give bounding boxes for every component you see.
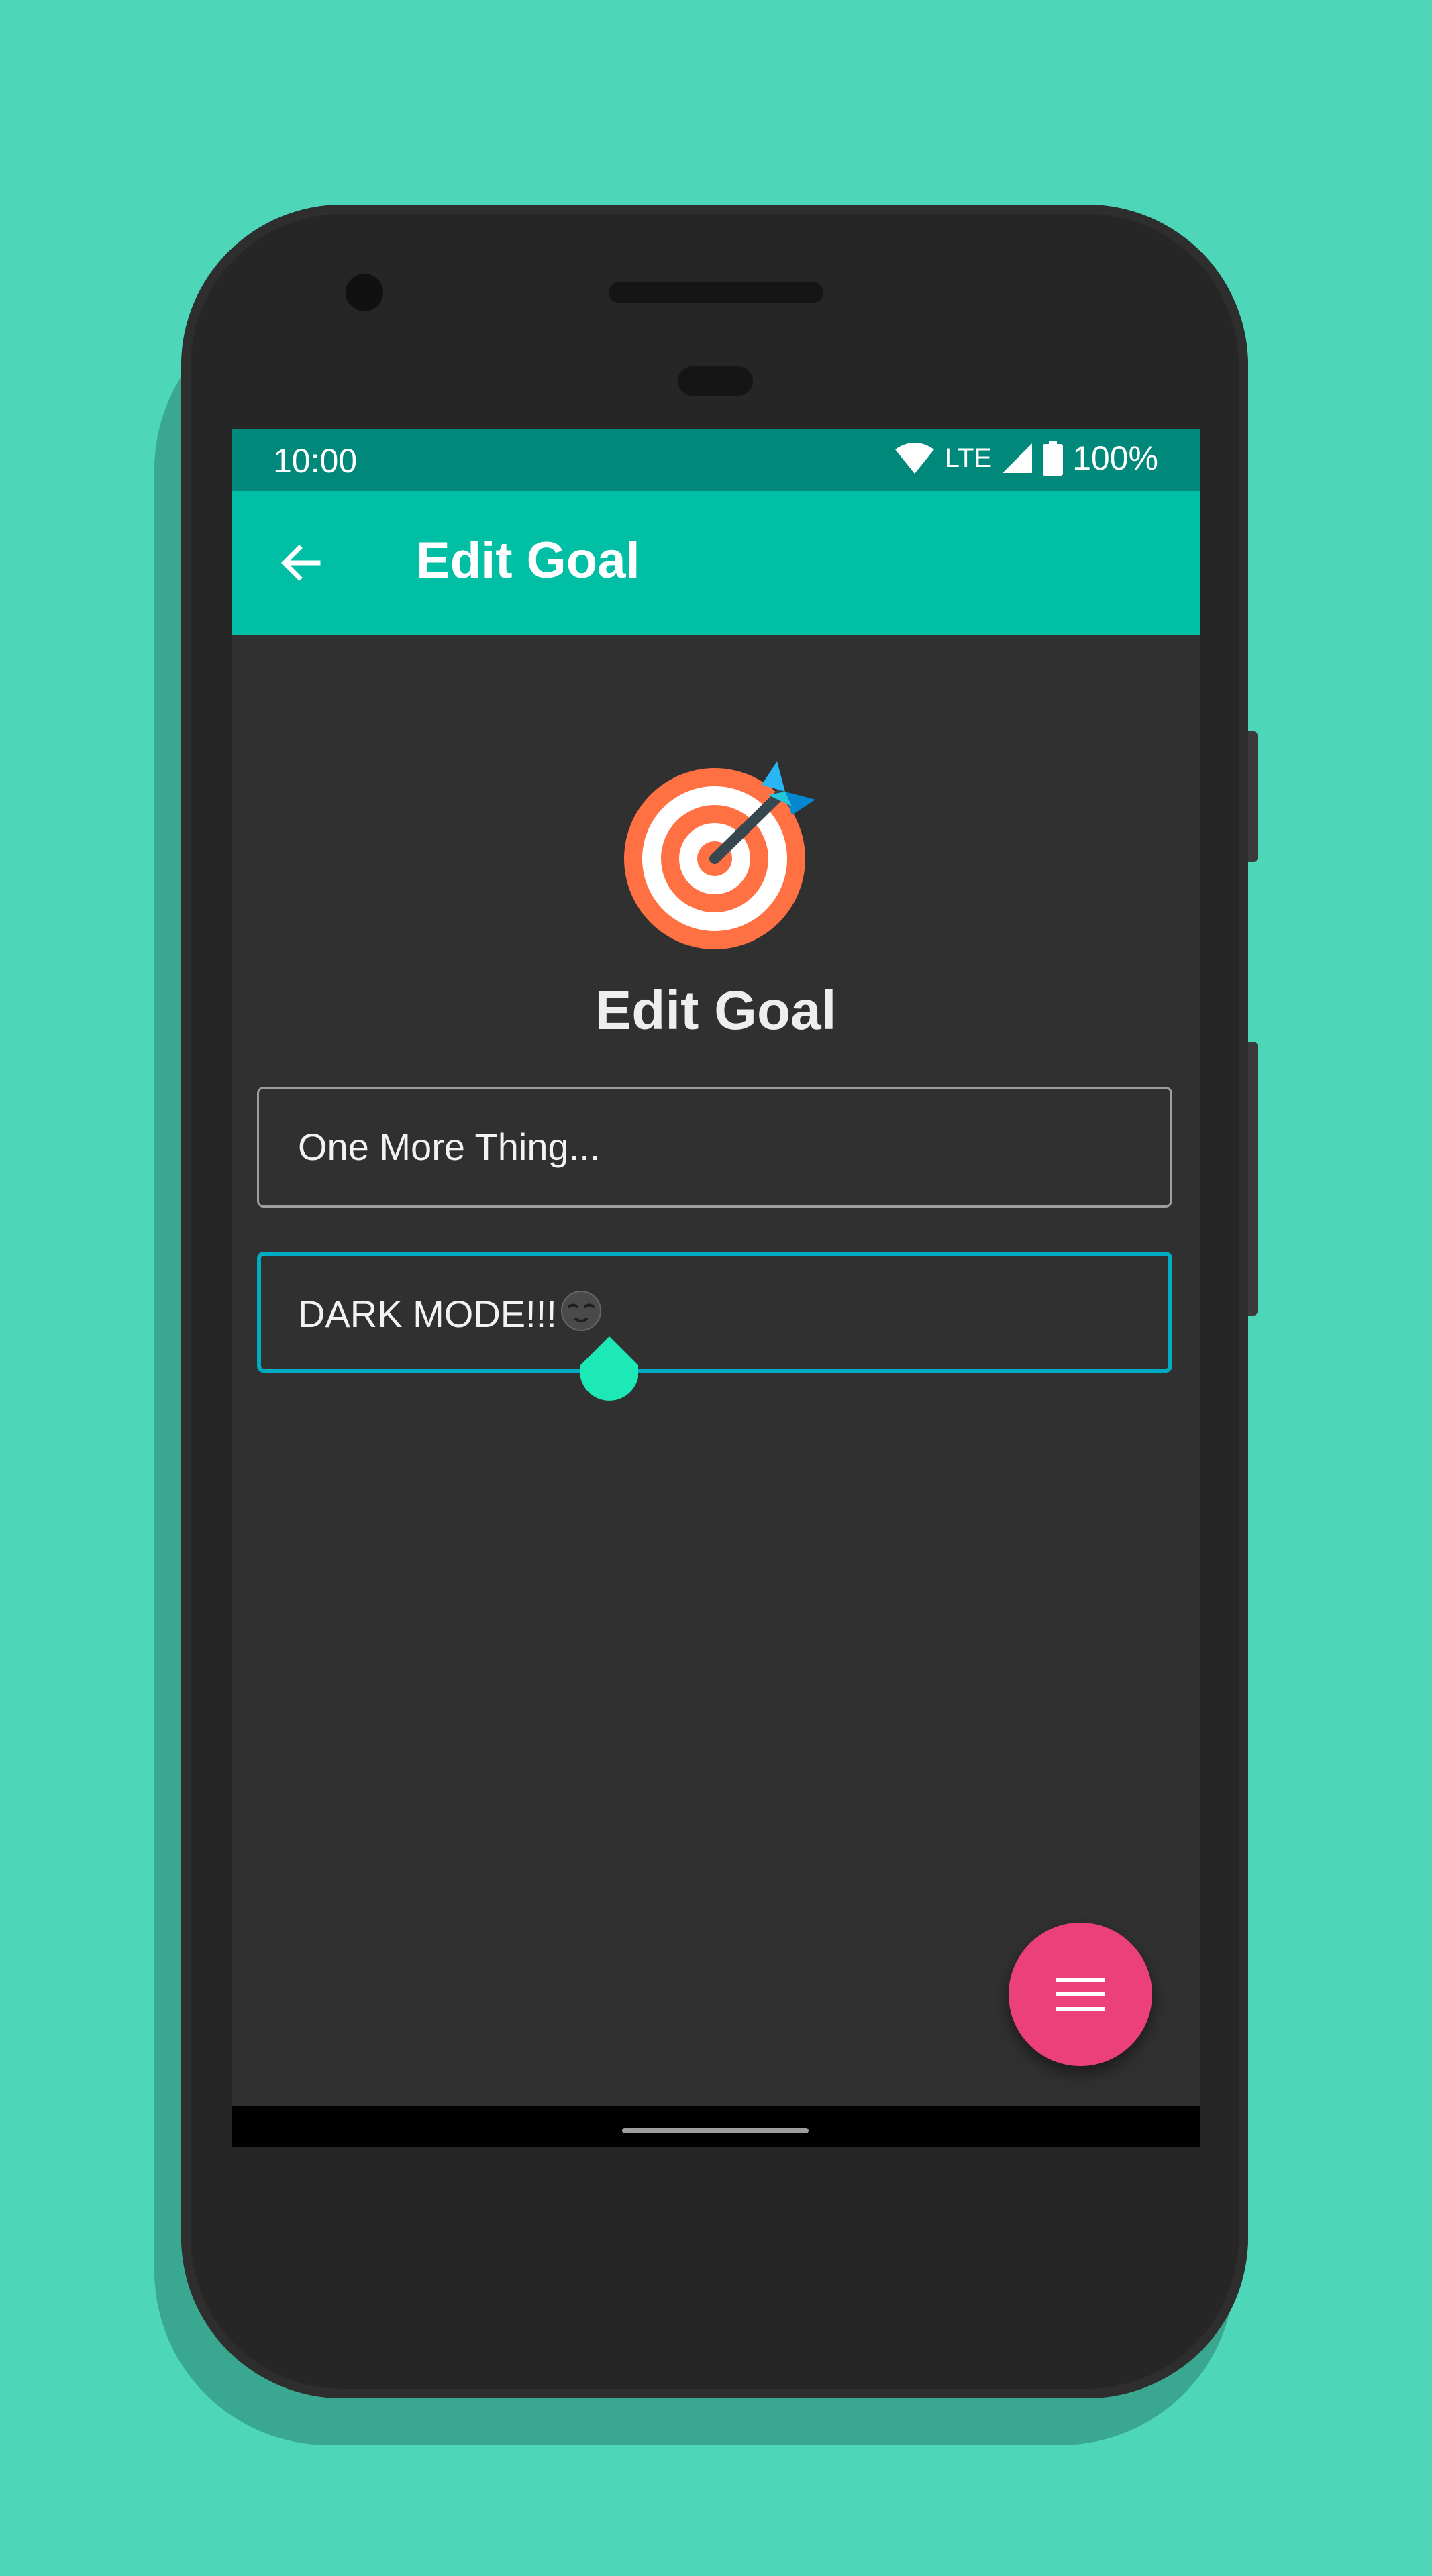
earpiece-speaker (609, 282, 823, 303)
screen: 10:00 LTE 100% Edit Goal Edit Goal One M… (232, 429, 1200, 2147)
power-button (1248, 731, 1258, 862)
menu-fab[interactable] (1009, 1923, 1152, 2066)
proximity-sensor (678, 366, 753, 396)
home-gesture-pill[interactable] (622, 2128, 809, 2133)
arrow-back-icon[interactable] (275, 537, 327, 589)
page-heading: Edit Goal (595, 980, 837, 1041)
goal-description-field[interactable]: DARK MODE!!! (257, 1252, 1172, 1373)
goal-description-value: DARK MODE!!! (298, 1293, 557, 1335)
text-cursor-handle[interactable] (580, 1336, 639, 1406)
status-icons: LTE 100% (894, 439, 1158, 478)
status-time: 10:00 (273, 442, 358, 480)
network-type: LTE (944, 443, 992, 473)
goal-title-field[interactable]: One More Thing... (257, 1087, 1172, 1208)
menu-icon (1056, 1974, 1105, 2015)
target-dart-icon (624, 758, 819, 953)
status-bar: 10:00 LTE 100% (232, 429, 1200, 491)
front-camera (346, 274, 383, 311)
app-bar-title: Edit Goal (416, 532, 640, 589)
cell-signal-icon (1001, 442, 1033, 474)
goal-description-text: DARK MODE!!! (298, 1289, 603, 1341)
volume-button (1248, 1042, 1258, 1316)
app-bar: Edit Goal (232, 491, 1200, 635)
battery-level: 100% (1072, 439, 1158, 477)
goal-title-value: One More Thing... (298, 1126, 601, 1168)
wifi-icon (894, 441, 935, 475)
navigation-bar (232, 2106, 1200, 2147)
battery-icon (1043, 441, 1064, 476)
new-moon-face-icon (560, 1289, 603, 1341)
